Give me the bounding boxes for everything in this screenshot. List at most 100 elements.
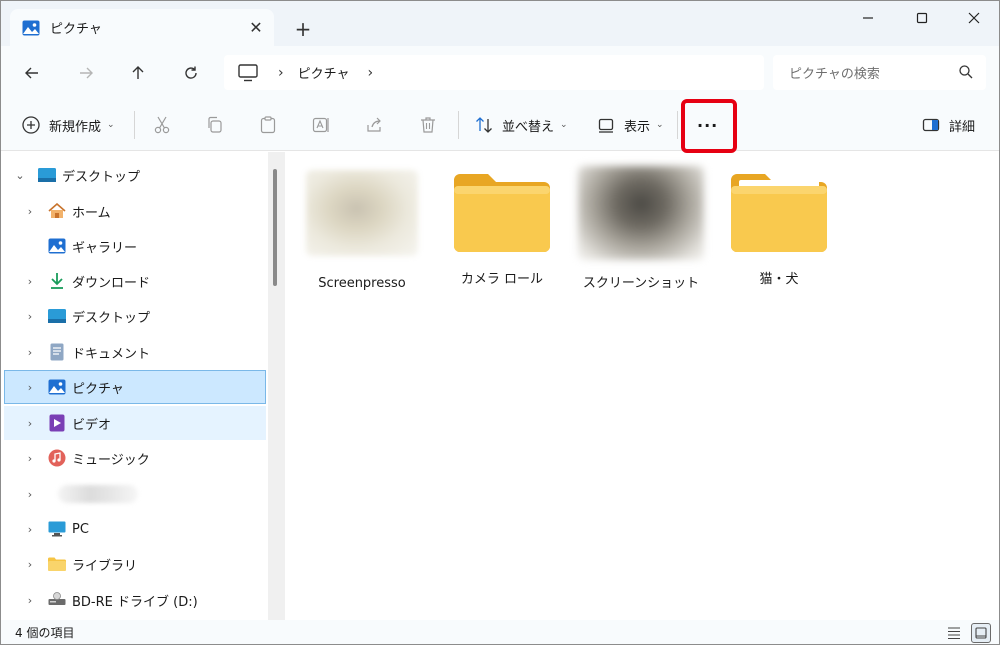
view-button[interactable]: 表示 ⌄	[596, 113, 664, 137]
sidebar-item-pc[interactable]: › PC	[4, 512, 266, 546]
sidebar-item-desktop-root[interactable]: ⌄ デスクトップ	[4, 158, 266, 192]
share-icon	[367, 117, 381, 132]
home-icon	[48, 202, 66, 220]
folder-icon	[454, 174, 550, 252]
sidebar-item-music[interactable]: › ミュージック	[4, 441, 266, 475]
large-icons-view-icon[interactable]	[971, 623, 991, 643]
copy-icon	[208, 116, 222, 133]
desktop-icon	[38, 166, 56, 184]
maximize-icon[interactable]	[894, 1, 950, 35]
delete-button[interactable]	[418, 113, 438, 137]
new-tab-icon[interactable]: +	[291, 17, 315, 41]
file-name: カメラ ロール	[460, 272, 544, 287]
sidebar-item-desktop[interactable]: › デスクトップ	[4, 299, 266, 333]
chevron-down-icon: ⌄	[656, 120, 664, 130]
up-arrow-icon[interactable]	[123, 58, 153, 88]
file-name: Screenpresso	[318, 276, 406, 291]
more-options-highlight	[681, 99, 737, 153]
chevron-right-icon[interactable]: ›	[20, 523, 40, 536]
file-name: スクリーンショット	[582, 276, 700, 291]
scissors-icon	[154, 116, 170, 134]
copy-button[interactable]	[205, 113, 225, 137]
file-name: 猫・犬	[759, 272, 799, 287]
chevron-right-icon[interactable]: ›	[20, 205, 40, 218]
tab-pictures[interactable]: ピクチャ ✕	[10, 9, 274, 46]
file-explorer-window: ピクチャ ✕ + › ピクチャ › ピクチャの検索 新規作成 ⌄ 並べ替え ⌄ …	[0, 0, 1000, 645]
sort-button[interactable]: 並べ替え ⌄	[474, 113, 568, 137]
chevron-right-icon[interactable]: ›	[20, 594, 40, 607]
sort-icon	[476, 117, 492, 133]
sidebar-item-pictures[interactable]: › ピクチャ	[4, 370, 266, 404]
trash-icon	[421, 117, 435, 133]
chevron-down-icon[interactable]: ⌄	[10, 169, 30, 182]
document-icon	[48, 343, 66, 361]
toolbar-divider	[677, 111, 678, 139]
view-button-label: 表示	[624, 119, 651, 135]
chevron-right-icon[interactable]: ›	[20, 488, 40, 501]
sidebar-item-bd-drive[interactable]: › BD-RE ドライブ (D:)	[4, 583, 266, 617]
folder-icon	[731, 174, 827, 252]
paste-button[interactable]	[258, 113, 278, 137]
library-icon	[48, 555, 66, 573]
monitor-icon	[238, 63, 258, 81]
sidebar-item-library[interactable]: › ライブラリ	[4, 547, 266, 581]
file-item-screenpresso[interactable]: Screenpresso	[297, 166, 427, 296]
forward-arrow-icon[interactable]	[71, 58, 101, 88]
address-bar[interactable]: › ピクチャ ›	[224, 55, 764, 90]
pictures-icon	[48, 378, 66, 396]
video-icon	[48, 414, 66, 432]
breadcrumb-chevron-icon[interactable]: ›	[367, 65, 373, 81]
file-list: Screenpresso カメラ ロール スクリーンショット 猫・犬	[285, 152, 999, 620]
music-icon	[48, 449, 66, 467]
navigation-pane: ⌄ デスクトップ › ホーム ギャラリー › ダウンロード › デスクトップ ›…	[1, 152, 268, 620]
details-button[interactable]: 詳細	[921, 113, 975, 137]
sidebar-item-blurred[interactable]: ›	[4, 477, 266, 511]
tab-close-icon[interactable]: ✕	[246, 17, 266, 37]
rename-icon	[312, 117, 329, 133]
close-window-icon[interactable]	[946, 1, 999, 35]
chevron-right-icon[interactable]: ›	[20, 381, 40, 394]
cut-button[interactable]	[152, 113, 172, 137]
blurred-item-placeholder	[58, 485, 138, 503]
pictures-icon	[22, 20, 40, 35]
gallery-icon	[48, 237, 66, 255]
details-view-icon[interactable]	[944, 623, 964, 643]
file-item-cats-dogs[interactable]: 猫・犬	[714, 166, 844, 296]
command-bar: 新規作成 ⌄ 並べ替え ⌄ 表示 ⌄ ··· 詳細	[1, 99, 999, 151]
chevron-right-icon[interactable]: ›	[20, 452, 40, 465]
chevron-right-icon[interactable]: ›	[20, 346, 40, 359]
chevron-down-icon: ⌄	[560, 120, 568, 130]
sidebar-item-videos[interactable]: › ビデオ	[4, 406, 266, 440]
blurred-thumbnail	[306, 170, 418, 256]
sidebar-item-home[interactable]: › ホーム	[4, 194, 266, 228]
minimize-icon[interactable]	[840, 1, 896, 35]
chevron-right-icon[interactable]: ›	[20, 310, 40, 323]
pc-icon	[48, 520, 66, 538]
details-pane-icon	[922, 118, 940, 132]
share-button[interactable]	[365, 113, 385, 137]
sidebar-item-gallery[interactable]: ギャラリー	[4, 229, 266, 263]
rename-button[interactable]	[311, 113, 331, 137]
blurred-thumbnail	[578, 166, 704, 260]
search-placeholder: ピクチャの検索	[789, 67, 880, 82]
view-icon	[598, 118, 614, 133]
chevron-right-icon[interactable]: ›	[20, 417, 40, 430]
sidebar-item-documents[interactable]: › ドキュメント	[4, 335, 266, 369]
breadcrumb-chevron-icon[interactable]: ›	[278, 65, 284, 81]
chevron-right-icon[interactable]: ›	[20, 558, 40, 571]
chevron-right-icon[interactable]: ›	[20, 275, 40, 288]
search-input[interactable]: ピクチャの検索	[773, 55, 986, 90]
file-item-screenshots[interactable]: スクリーンショット	[576, 166, 706, 296]
back-arrow-icon[interactable]	[17, 58, 47, 88]
file-item-camera-roll[interactable]: カメラ ロール	[437, 166, 567, 296]
new-button-label: 新規作成	[49, 119, 102, 135]
breadcrumb-pictures[interactable]: ピクチャ	[298, 63, 350, 82]
sidebar-item-downloads[interactable]: › ダウンロード	[4, 264, 266, 298]
refresh-icon[interactable]	[176, 58, 206, 88]
sidebar-scrollbar-thumb[interactable]	[273, 169, 277, 286]
navigation-bar: › ピクチャ › ピクチャの検索	[1, 46, 999, 99]
desktop-icon	[48, 307, 66, 325]
search-icon	[959, 65, 973, 79]
new-button[interactable]: 新規作成 ⌄	[21, 113, 115, 137]
sort-button-label: 並べ替え	[502, 119, 555, 135]
